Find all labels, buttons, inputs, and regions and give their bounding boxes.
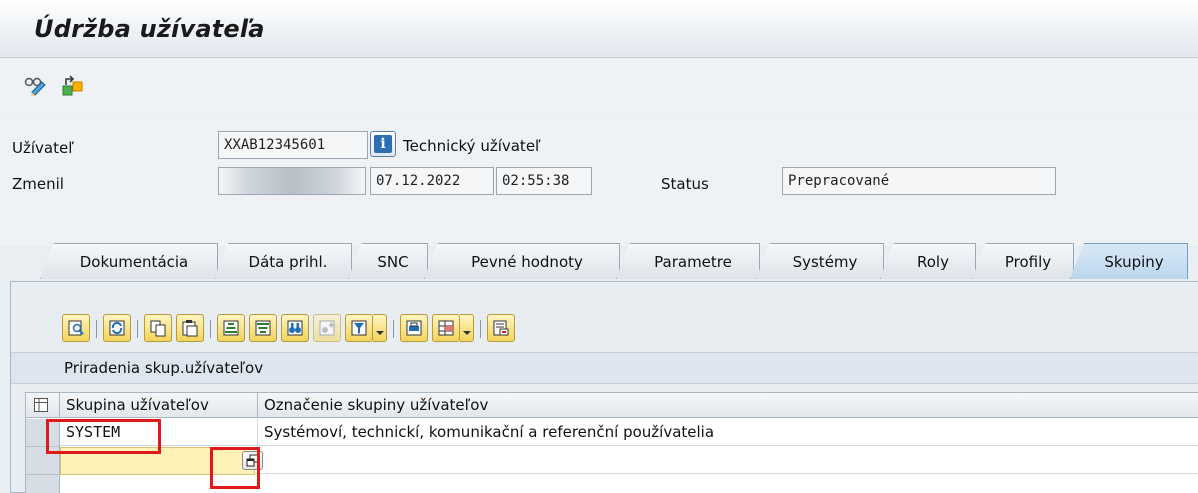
toolbar-separator (480, 320, 481, 338)
tab-panel: Priradenia skup.užívateľov Skupina užíva… (10, 281, 1198, 493)
display-change-icon[interactable] (22, 73, 48, 99)
row-selector[interactable] (26, 475, 60, 493)
select-all-cell[interactable] (26, 393, 60, 418)
layout-dropdown[interactable] (460, 314, 474, 342)
table-row[interactable]: SYSTEM Systémoví, technickí, komunikační… (60, 419, 1198, 446)
refresh-button[interactable] (103, 314, 131, 342)
description-cell (258, 447, 1198, 474)
paste-icon (182, 320, 198, 337)
binoculars-icon (287, 320, 303, 336)
sort-ascending-icon (223, 320, 239, 336)
status-label: Status (661, 175, 709, 193)
title-bar: Údržba užívateľa (0, 0, 1198, 58)
details-icon (68, 320, 84, 336)
tab-strip: Dokumentácia Dáta prihl. SNC Pevné hodno… (0, 241, 1198, 281)
toolbar-separator (137, 320, 138, 338)
status-field: Prepracované (782, 167, 1056, 195)
grid-title-bar: Priradenia skup.užívateľov (11, 352, 1198, 384)
group-input[interactable] (60, 447, 255, 475)
user-groups-table: Skupina užívateľov Označenie skupiny uží… (25, 392, 1198, 493)
tab-parametre[interactable]: Parametre (616, 243, 760, 279)
row-selector[interactable] (26, 447, 60, 475)
user-type-text: Technický užívateľ (403, 137, 541, 155)
print-icon (406, 320, 422, 336)
tab-skupiny[interactable]: Skupiny (1070, 243, 1188, 279)
column-header-description[interactable]: Označenie skupiny užívateľov (258, 393, 1198, 418)
table-settings-icon (34, 398, 48, 412)
value-help-icon (246, 454, 259, 467)
row-selector[interactable] (26, 419, 60, 447)
changed-by-field (218, 167, 366, 195)
tab-pevne-hodnoty[interactable]: Pevné hodnoty (424, 243, 620, 279)
find-button[interactable] (281, 314, 309, 342)
filter-icon (351, 320, 367, 336)
description-cell: Systémoví, technickí, komunikační a refe… (264, 423, 715, 441)
details-button[interactable] (62, 314, 90, 342)
alv-toolbar (11, 310, 1198, 350)
changed-time-field: 02:55:38 (496, 167, 592, 195)
sort-ascending-button[interactable] (217, 314, 245, 342)
tab-data-prihl[interactable]: Dáta prihl. (214, 243, 352, 279)
sort-descending-button[interactable] (249, 314, 277, 342)
info-button[interactable]: i (370, 131, 396, 157)
tab-profily[interactable]: Profily (972, 243, 1074, 279)
refresh-icon (109, 320, 125, 336)
user-label: Užívateľ (12, 139, 74, 157)
layout-button[interactable] (432, 314, 460, 342)
tab-systemy[interactable]: Systémy (756, 243, 884, 279)
changed-by-label: Zmenil (12, 175, 64, 193)
user-field[interactable]: XXAB12345601 (218, 131, 368, 159)
value-help-button[interactable] (242, 451, 263, 470)
find-next-button (313, 314, 341, 342)
other-object-icon[interactable] (60, 73, 86, 99)
copy-icon (150, 320, 166, 337)
delete-row-icon (493, 320, 509, 336)
toolbar-separator (210, 320, 211, 338)
print-button[interactable] (400, 314, 428, 342)
paste-button[interactable] (176, 314, 204, 342)
tab-dokumentacia[interactable]: Dokumentácia (40, 243, 218, 279)
table-header: Skupina užívateľov Označenie skupiny uží… (26, 393, 1198, 418)
window-title: Údržba užívateľa (34, 15, 265, 43)
delete-row-button[interactable] (487, 314, 515, 342)
info-icon: i (374, 135, 392, 153)
find-next-icon (319, 320, 335, 336)
tab-snc[interactable]: SNC (348, 243, 428, 279)
changed-date-field: 07.12.2022 (370, 167, 494, 195)
tab-roly[interactable]: Roly (880, 243, 976, 279)
application-toolbar (0, 59, 1198, 115)
group-cell[interactable]: SYSTEM (60, 419, 258, 446)
toolbar-separator (96, 320, 97, 338)
filter-button[interactable] (345, 314, 373, 342)
layout-icon (438, 320, 454, 336)
filter-dropdown[interactable] (373, 314, 387, 342)
sort-descending-icon (255, 320, 271, 336)
grid-title: Priradenia skup.užívateľov (64, 359, 264, 377)
copy-button[interactable] (144, 314, 172, 342)
toolbar-separator (393, 320, 394, 338)
column-header-group[interactable]: Skupina užívateľov (60, 393, 258, 418)
